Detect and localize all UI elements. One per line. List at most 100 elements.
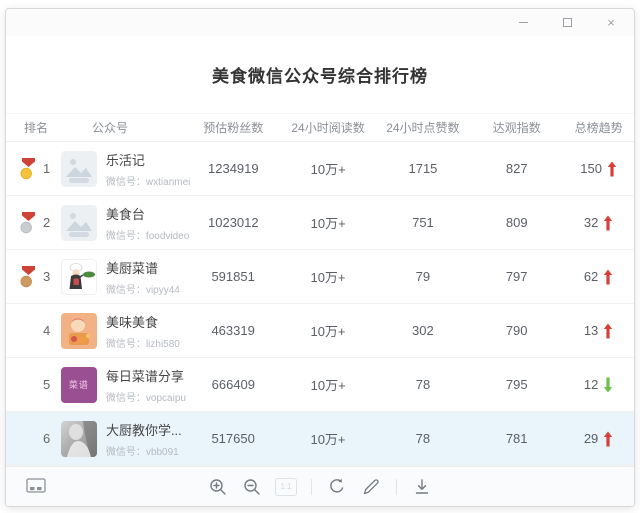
account-avatar-cooking-cartoon [61,313,97,349]
fans-count: 463319 [186,323,281,338]
trend-cell: 13 [563,323,634,339]
zoom-out-icon [243,478,261,496]
zoom-in-button[interactable] [206,475,230,499]
original-size-icon: 1:1 [275,478,297,496]
trend-up-arrow-icon [603,215,613,231]
wechat-id: 微信号：lizhi580 [106,335,180,350]
page-title: 美食微信公众号综合排行榜 [212,62,428,87]
rotate-button[interactable] [325,475,349,499]
table-row[interactable]: 6 大厨教你学... 微信号：vbb091 517650 10万+ 78 781… [6,412,634,466]
index-value: 827 [470,161,563,176]
account-avatar-chef-cartoon [61,259,97,295]
col-header-rank: 排名 [6,119,61,136]
title-area: 美食微信公众号综合排行榜 [6,36,634,113]
title-bar: × [6,9,634,36]
table-row[interactable]: 3 美厨菜谱 微信号：vipyy44 591851 10万+ 79 797 62 [6,250,634,304]
likes-count: 751 [376,215,471,230]
index-value: 781 [470,431,563,446]
rank-number: 1 [43,161,50,176]
likes-count: 302 [375,323,470,338]
account-avatar-logo: 菜谱 [61,367,97,403]
table-row[interactable]: 4 美味美食 微信号：lizhi580 463319 10万+ 302 790 … [6,304,634,358]
trend-up-arrow-icon [603,269,613,285]
fans-count: 517650 [186,431,281,446]
silver-medal-icon [20,211,37,234]
avatar-text: 菜谱 [69,378,89,391]
col-header-account: 公众号 [61,119,186,136]
gold-medal-icon [20,157,37,180]
col-header-likes: 24小时点赞数 [375,119,470,136]
fans-count: 1023012 [186,215,281,230]
index-value: 790 [470,323,563,338]
table-row[interactable]: 2 美食台 微信号：foodvideo 1023012 10万+ 751 809… [6,196,634,250]
trend-cell: 12 [563,377,634,393]
account-avatar-photo [61,421,97,457]
trend-down-arrow-icon [603,377,613,393]
trend-cell: 62 [563,269,634,285]
zoom-out-button[interactable] [240,475,264,499]
trend-cell: 29 [563,431,634,447]
wechat-id: 微信号：vopcaipu [106,389,186,404]
reads-count: 10万+ [281,375,376,394]
trend-cell: 32 [563,215,634,231]
maximize-button[interactable] [556,14,578,32]
rank-number: 5 [43,377,50,392]
bronze-medal-icon [20,265,37,288]
rank-number: 4 [43,323,50,338]
trend-up-arrow-icon [603,323,613,339]
trend-value: 13 [584,323,598,338]
trend-value: 150 [580,161,602,176]
wechat-id: 微信号：foodvideo [106,227,189,242]
col-header-fans: 预估粉丝数 [186,119,281,136]
index-value: 795 [470,377,563,392]
close-icon: × [607,16,615,29]
table-row[interactable]: 5 菜谱 每日菜谱分享 微信号：vopcaipu 666409 10万+ 78 … [6,358,634,412]
original-size-button[interactable]: 1:1 [274,475,298,499]
col-header-trend: 总榜趋势 [563,119,634,136]
trend-value: 12 [584,377,598,392]
rank-number: 6 [43,431,50,446]
pencil-icon [362,478,380,496]
wechat-id: 微信号：vbb091 [106,443,182,458]
viewer-toolbar: 1:1 [6,466,634,506]
reads-count: 10万+ [281,429,376,448]
table-row[interactable]: 1 乐活记 微信号：wxtianmei 1234919 10万+ 1715 82… [6,142,634,196]
thumbnail-panel-button[interactable] [24,475,48,499]
download-icon [413,478,431,496]
account-avatar-placeholder [61,205,97,241]
maximize-icon [563,18,572,27]
wechat-id: 微信号：wxtianmei [106,173,190,188]
account-name: 美味美食 [106,312,180,331]
trend-up-arrow-icon [607,161,617,177]
minimize-button[interactable] [512,14,534,32]
trend-value: 32 [584,215,598,230]
reads-count: 10万+ [281,321,376,340]
table-header: 排名 公众号 预估粉丝数 24小时阅读数 24小时点赞数 达观指数 总榜趋势 [6,113,634,142]
wechat-id: 微信号：vipyy44 [106,281,180,296]
fans-count: 591851 [186,269,281,284]
rotate-icon [328,478,346,496]
thumbnail-panel-icon [26,478,46,495]
likes-count: 78 [375,431,470,446]
edit-button[interactable] [359,475,383,499]
account-name: 每日菜谱分享 [106,366,186,385]
trend-value: 29 [584,431,598,446]
likes-count: 1715 [376,161,471,176]
account-name: 美食台 [106,204,189,223]
reads-count: 10万+ [281,267,376,286]
trend-cell: 150 [563,161,634,177]
download-button[interactable] [410,475,434,499]
account-avatar-placeholder [61,151,97,187]
likes-count: 78 [376,377,471,392]
index-value: 797 [470,269,563,284]
rank-number: 2 [43,215,50,230]
fans-count: 666409 [186,377,281,392]
trend-value: 62 [584,269,598,284]
account-name: 乐活记 [106,150,190,169]
toolbar-divider [396,479,397,495]
reads-count: 10万+ [281,159,376,178]
col-header-index: 达观指数 [470,119,563,136]
rank-number: 3 [43,269,50,284]
col-header-reads: 24小时阅读数 [281,119,376,136]
close-button[interactable]: × [600,14,622,32]
